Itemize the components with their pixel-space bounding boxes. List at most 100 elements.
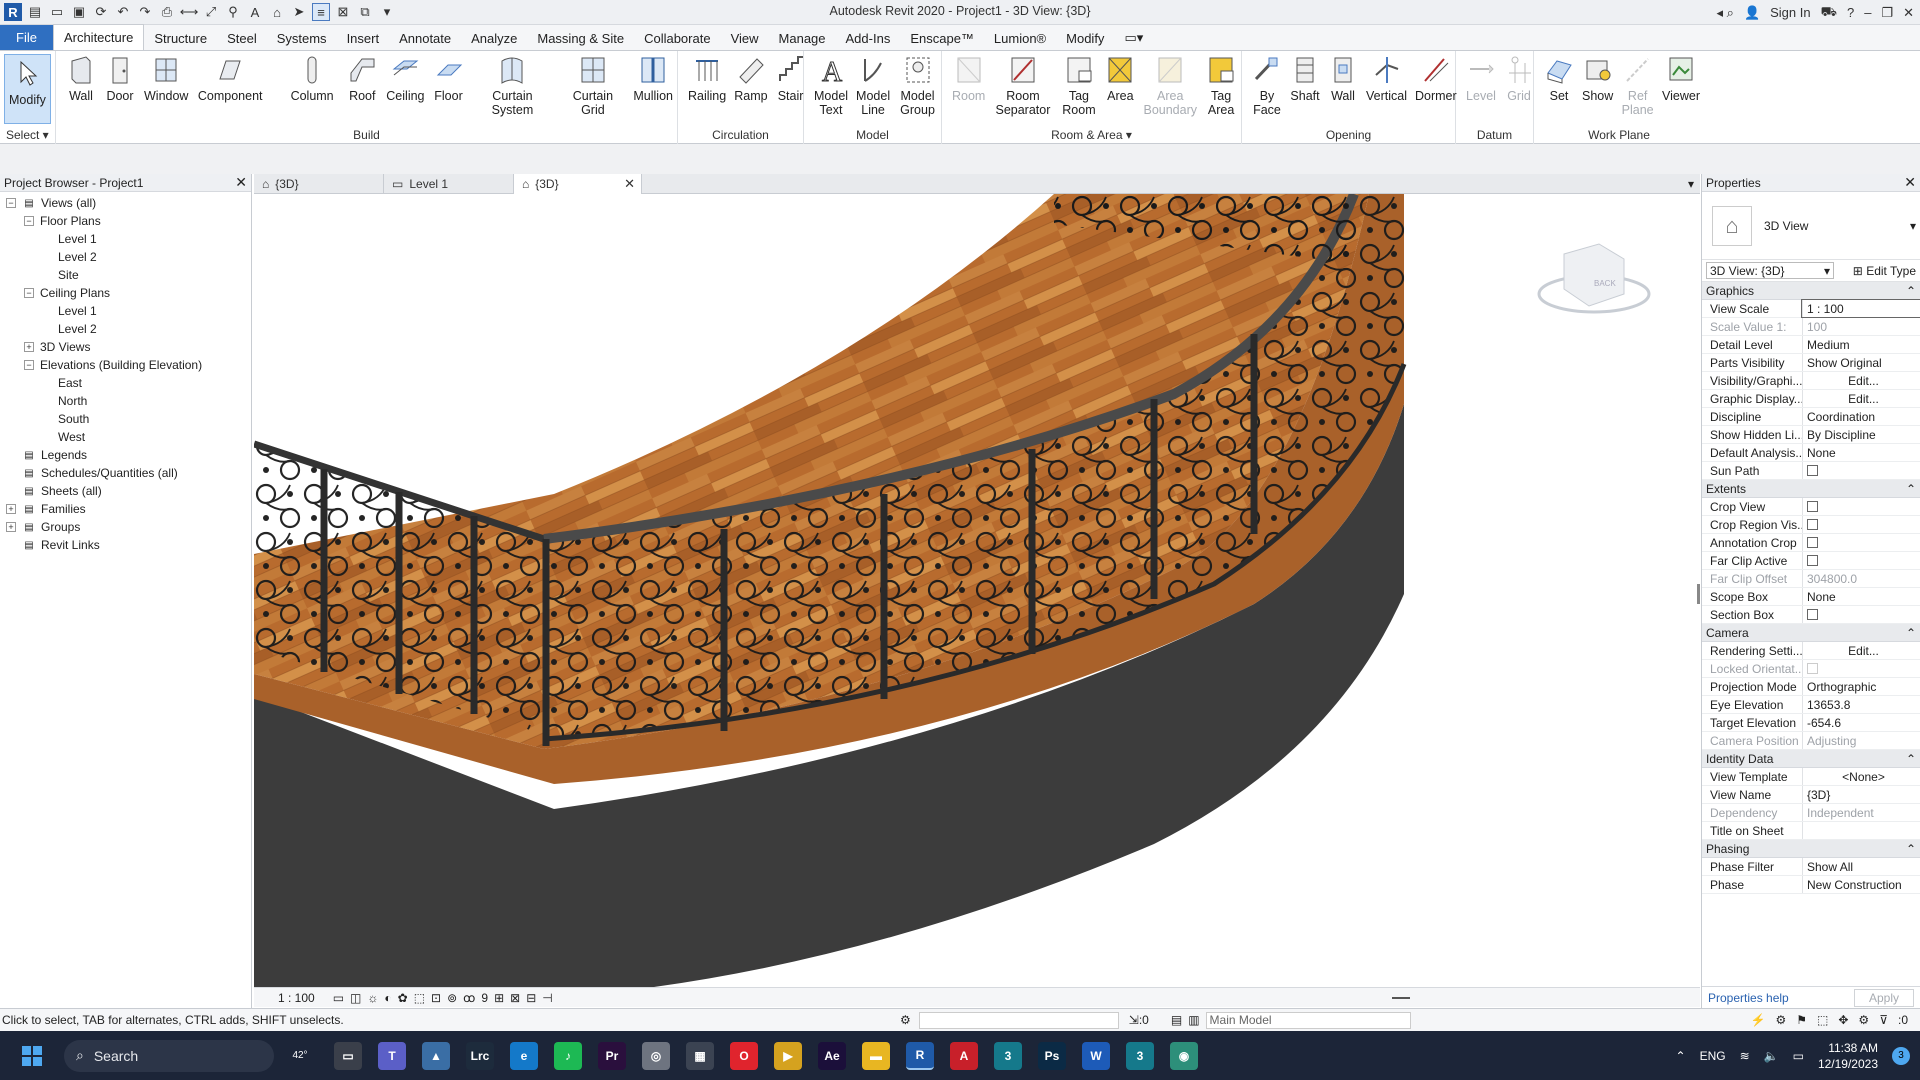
workset-dropdown[interactable] [918,1011,1119,1029]
help-icon[interactable]: ? [1847,5,1854,20]
save-icon[interactable]: ▣ [70,3,88,21]
property-checkbox[interactable] [1802,516,1920,533]
property-value[interactable]: Coordination [1802,408,1920,425]
property-group-header[interactable]: Camera ⌃ [1702,624,1920,642]
wifi-icon[interactable]: ≋ [1740,1049,1750,1063]
sun-path-icon[interactable]: ☼ [367,991,378,1005]
property-edit-button[interactable]: Edit... [1802,642,1920,659]
property-group-header[interactable]: Phasing ⌃ [1702,840,1920,858]
revit-logo-icon[interactable]: R [4,3,22,21]
property-group-header[interactable]: Identity Data ⌃ [1702,750,1920,768]
disk-icon[interactable]: ◎ [642,1041,670,1070]
minimize-button[interactable]: – [1864,5,1871,20]
3dsmax2-icon[interactable]: 3 [1126,1041,1154,1070]
horizontal-scroll[interactable] [1392,996,1410,999]
tab-lumion[interactable]: Lumion® [984,26,1056,50]
detail-level-icon[interactable]: ▭ [333,991,344,1005]
sign-in-link[interactable]: Sign In [1770,5,1810,20]
premiere-icon[interactable]: Pr [598,1041,626,1070]
show-constraints-icon[interactable]: ⊣ [542,991,552,1005]
collapse-icon[interactable]: ⌃ [1906,626,1916,640]
browser-node[interactable]: − Ceiling Plans [0,284,251,302]
property-value[interactable]: -654.6 [1802,714,1920,731]
open-icon[interactable]: ▤ [26,3,44,21]
select-face-icon[interactable]: ⬚ [1817,1013,1828,1027]
rendering-icon[interactable]: ✿ [398,991,408,1005]
property-edit-button[interactable]: <None> [1802,768,1920,785]
panel-room-area-label[interactable]: Room & Area ▾ [942,128,1241,142]
browser-node[interactable]: Level 1 [0,302,251,320]
close-icon[interactable]: ✕ [1904,174,1916,191]
browser-node[interactable]: North [0,392,251,410]
crop-view-icon[interactable]: ⬚ [414,991,425,1005]
property-checkbox[interactable] [1802,462,1920,479]
property-checkbox[interactable] [1802,534,1920,551]
after-effects-icon[interactable]: Ae [818,1041,846,1070]
calculator-icon[interactable]: ▦ [686,1041,714,1070]
design-option-dropdown[interactable]: Main Model [1205,1011,1411,1029]
tab-architecture[interactable]: Architecture [52,24,145,50]
temp-hide-icon[interactable]: ꝏ [463,991,475,1005]
battery-icon[interactable]: ▭ [1793,1049,1804,1063]
file-explorer-icon[interactable]: ▬ [862,1041,890,1070]
editable-icon[interactable]: ⇲ [1129,1013,1139,1027]
lock-3d-icon[interactable]: ⊚ [447,991,457,1005]
browser-node[interactable]: ▤ Revit Links [0,536,251,554]
photoshop-icon[interactable]: Ps [1038,1041,1066,1070]
browser-node[interactable]: Level 1 [0,230,251,248]
crop-region-icon[interactable]: ⊡ [431,991,441,1005]
collapse-icon[interactable]: ⌃ [1906,284,1916,298]
checkbox[interactable] [1807,519,1818,530]
edge-icon[interactable]: e [510,1041,538,1070]
analytical-icon[interactable]: ⊞ [494,991,504,1005]
property-value[interactable] [1802,822,1920,839]
collapse-icon[interactable]: − [24,288,34,298]
select-links-icon[interactable]: ⚡ [1751,1013,1766,1027]
default-3d-icon[interactable]: ⌂ [268,3,286,21]
explorer-icon[interactable]: ▭ [334,1041,362,1070]
tab-manage[interactable]: Manage [769,26,836,50]
checkbox[interactable] [1807,465,1818,476]
close-button[interactable]: ✕ [1903,5,1914,21]
edit-type-button[interactable]: ⊞ Edit Type [1853,264,1916,278]
volume-icon[interactable]: 🔈 [1764,1049,1779,1063]
tab-overflow-icon[interactable]: ▾ [1688,174,1700,193]
restore-button[interactable]: ❐ [1881,5,1893,21]
browser-node[interactable]: + ▤ Families [0,500,251,518]
property-value[interactable]: By Discipline [1802,426,1920,443]
lightroom-icon[interactable]: Lrc [466,1041,494,1070]
property-value[interactable]: New Construction [1802,876,1920,893]
tab-3d-view-active[interactable]: ⌂ {3D} ✕ [514,174,642,194]
constraints-icon[interactable]: ⊟ [526,991,536,1005]
user-icon[interactable]: 👤 [1744,5,1760,21]
tab-analyze[interactable]: Analyze [461,26,527,50]
tab-level-1[interactable]: ▭ Level 1 [384,174,514,194]
revit-icon[interactable]: R [906,1041,934,1070]
shadows-icon[interactable]: ◐ [384,991,391,1005]
photos-icon[interactable]: ▲ [422,1041,450,1070]
property-group-header[interactable]: Extents ⌃ [1702,480,1920,498]
property-checkbox[interactable] [1802,552,1920,569]
property-value[interactable]: Orthographic [1802,678,1920,695]
property-checkbox[interactable] [1802,498,1920,515]
notification-badge[interactable]: 3 [1892,1046,1910,1065]
redo-icon[interactable]: ↷ [136,3,154,21]
drag-elements-icon[interactable]: ✥ [1838,1013,1848,1027]
checkbox[interactable] [1807,609,1818,620]
close-hidden-icon[interactable]: ⊠ [334,3,352,21]
property-value[interactable]: 13653.8 [1802,696,1920,713]
thin-lines-icon[interactable]: ≡ [312,3,330,21]
browser-node[interactable]: + ▤ Groups [0,518,251,536]
tab-modify[interactable]: Modify [1056,26,1114,50]
property-value[interactable]: Medium [1802,336,1920,353]
tab-enscape[interactable]: Enscape™ [900,26,984,50]
tab-structure[interactable]: Structure [144,26,217,50]
chrome-like-icon[interactable]: ◉ [1170,1041,1198,1070]
spotify-icon[interactable]: ♪ [554,1041,582,1070]
switch-windows-icon[interactable]: ⧉ [356,3,374,21]
tab-file[interactable]: File [0,25,53,50]
select-pinned-icon[interactable]: ⚑ [1796,1013,1807,1027]
browser-node[interactable]: East [0,374,251,392]
design-options-icon[interactable]: ▤ [1171,1013,1182,1027]
tab-insert[interactable]: Insert [337,26,390,50]
